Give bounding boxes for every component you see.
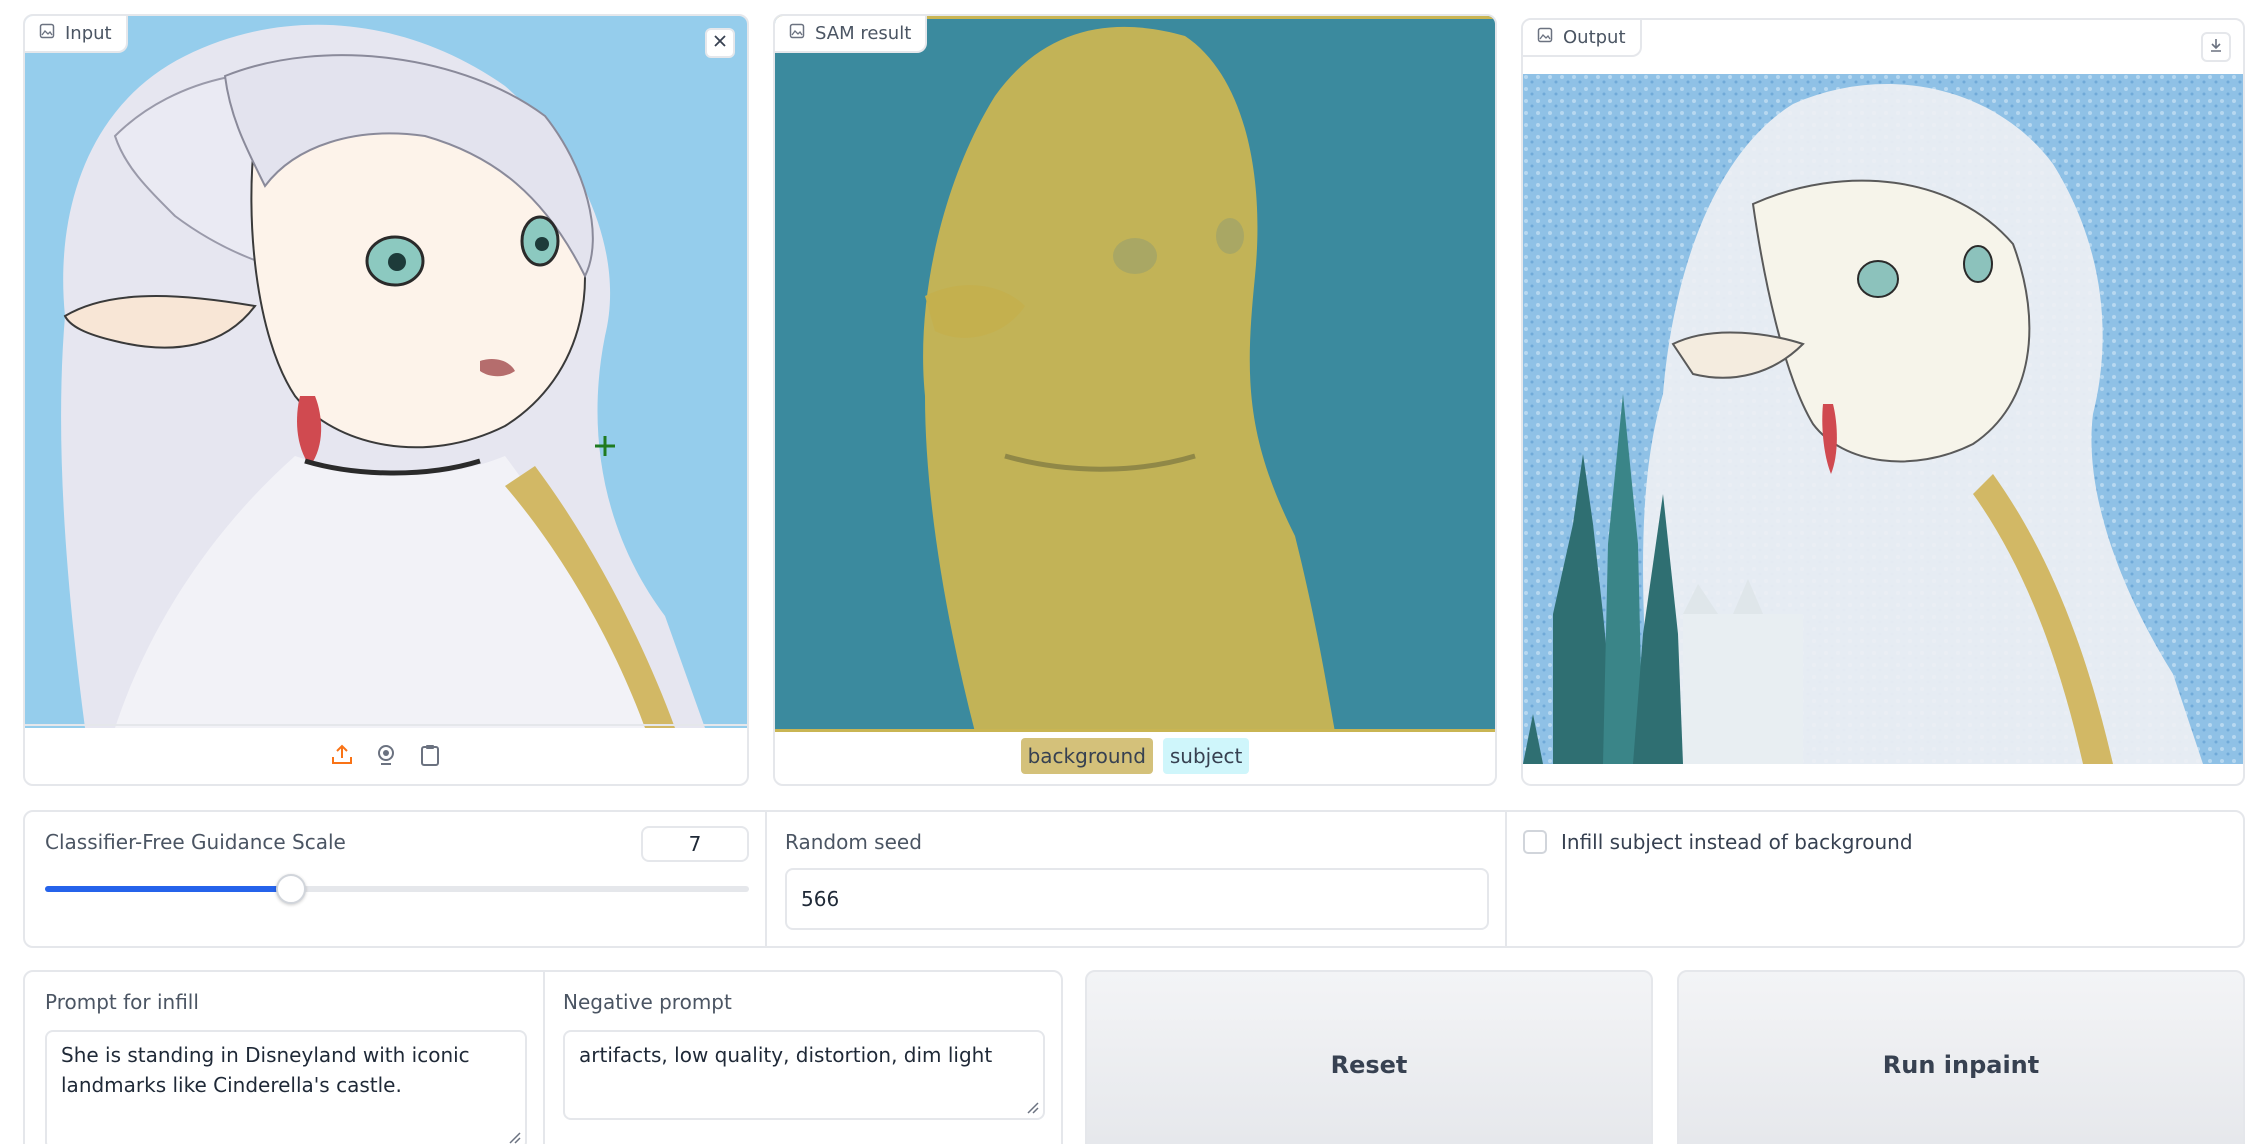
webcam-icon[interactable] — [373, 742, 399, 768]
cfg-number-input[interactable]: 7 — [641, 826, 749, 862]
input-image-panel: Input — [23, 14, 749, 786]
sam-result-image — [775, 16, 1495, 732]
cfg-label: Classifier-Free Guidance Scale — [45, 830, 346, 854]
upload-icon[interactable] — [329, 742, 355, 768]
legend-background: background — [1020, 738, 1153, 774]
infill-subject-checkbox[interactable] — [1523, 830, 1547, 854]
output-image-art — [1523, 74, 2243, 764]
resize-grip-icon[interactable] — [1025, 1100, 1039, 1114]
input-label-chip: Input — [25, 16, 128, 53]
prompt-divider — [543, 972, 545, 1144]
seed-label: Random seed — [785, 830, 922, 854]
sam-label-chip: SAM result — [775, 16, 928, 53]
run-inpaint-button[interactable]: Run inpaint — [1677, 970, 2245, 1144]
output-label: Output — [1563, 27, 1626, 48]
controls-divider-2 — [1505, 812, 1507, 946]
sam-result-art — [775, 16, 1495, 732]
seed-input[interactable]: 566 — [785, 868, 1489, 930]
output-label-chip: Output — [1523, 20, 1642, 57]
close-icon — [712, 33, 728, 53]
image-icon — [39, 23, 55, 44]
controls-row: Classifier-Free Guidance Scale 7 Random … — [23, 810, 2245, 948]
sam-result-panel: SAM result background subject — [773, 14, 1497, 786]
prompt-label: Prompt for infill — [45, 990, 199, 1014]
clipboard-icon[interactable] — [417, 742, 443, 768]
download-icon — [2208, 37, 2224, 57]
app-root: Input SAM result background subject Outp… — [0, 0, 2268, 1144]
download-button[interactable] — [2201, 32, 2231, 62]
resize-grip-icon[interactable] — [507, 1130, 521, 1144]
negative-prompt-textarea[interactable]: artifacts, low quality, distortion, dim … — [563, 1030, 1045, 1120]
controls-divider-1 — [765, 812, 767, 946]
image-icon — [789, 23, 805, 44]
sam-legend: background subject — [775, 728, 1495, 784]
legend-subject: subject — [1162, 738, 1250, 774]
prompt-text: She is standing in Disneyland with iconi… — [61, 1043, 470, 1097]
prompt-panel: Prompt for infill She is standing in Dis… — [23, 970, 1063, 1144]
image-icon — [1537, 27, 1553, 48]
sam-label: SAM result — [815, 23, 912, 44]
cfg-slider-fill — [45, 886, 291, 892]
output-image — [1523, 74, 2243, 764]
infill-subject-label: Infill subject instead of background — [1561, 830, 1913, 854]
negative-prompt-label: Negative prompt — [563, 990, 732, 1014]
prompt-textarea[interactable]: She is standing in Disneyland with iconi… — [45, 1030, 527, 1144]
input-label: Input — [65, 23, 112, 44]
input-image-art — [25, 16, 747, 728]
input-image[interactable] — [25, 16, 747, 728]
output-image-panel: Output — [1521, 18, 2245, 786]
cfg-slider-thumb[interactable] — [276, 874, 306, 904]
negative-prompt-text: artifacts, low quality, distortion, dim … — [579, 1043, 993, 1067]
reset-button[interactable]: Reset — [1085, 970, 1653, 1144]
clear-image-button[interactable] — [705, 28, 735, 58]
image-source-bar — [25, 724, 747, 784]
